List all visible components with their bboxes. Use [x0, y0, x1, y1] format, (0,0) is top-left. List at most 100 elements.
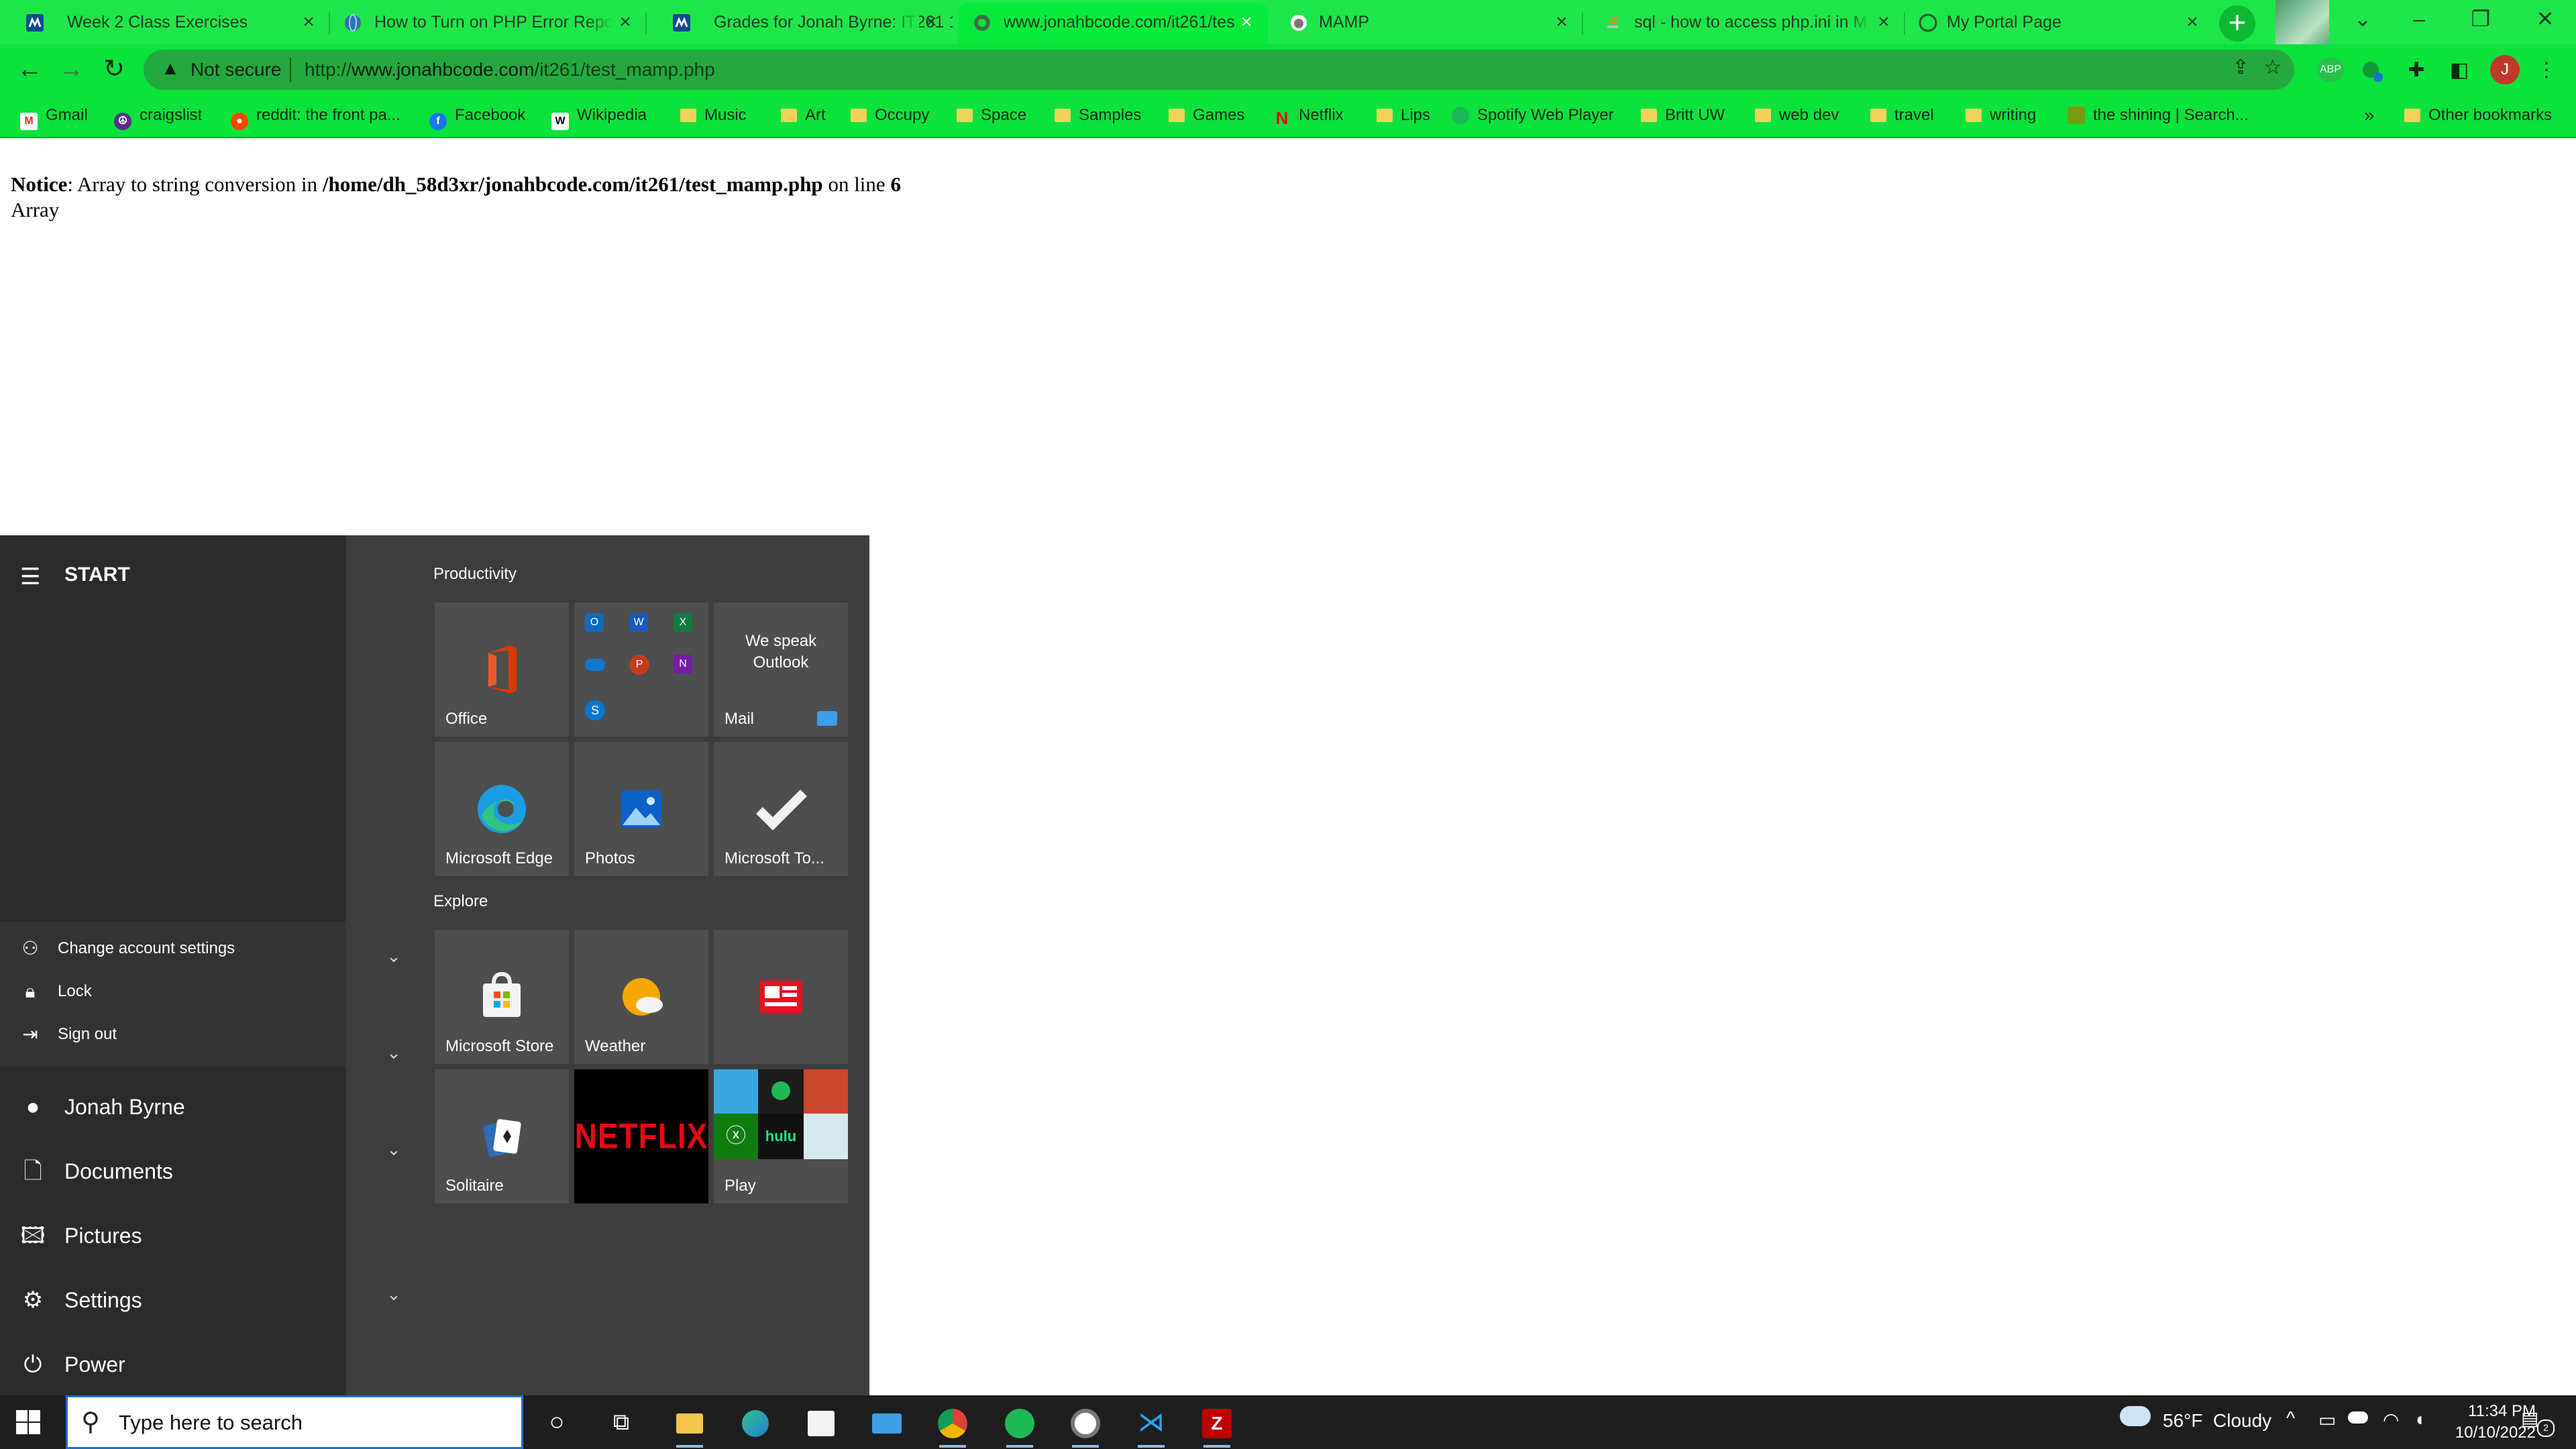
forward-button[interactable]: →: [55, 54, 87, 86]
filezilla-icon[interactable]: Z: [1197, 1402, 1237, 1448]
tab-week2[interactable]: Week 2 Class Exercises ×: [0, 3, 330, 44]
tab-close-icon[interactable]: ×: [2180, 3, 2204, 42]
bookmark-folder-samples[interactable]: Samples: [1055, 95, 1141, 137]
chrome-icon[interactable]: [932, 1402, 973, 1448]
bookmark-craigslist[interactable]: ☮ craigslist: [114, 95, 202, 137]
task-view-icon[interactable]: ⧉: [601, 1402, 641, 1442]
cortana-icon[interactable]: ○: [537, 1402, 577, 1442]
bookmark-facebook[interactable]: f Facebook: [429, 95, 525, 137]
bookmark-star-icon[interactable]: ☆: [2259, 55, 2286, 82]
new-tab-button[interactable]: +: [2219, 5, 2255, 42]
bookmark-folder-occupy[interactable]: Occupy: [851, 95, 929, 137]
bookmark-wikipedia[interactable]: W Wikipedia: [551, 95, 647, 137]
bookmark-folder-art[interactable]: Art: [781, 95, 826, 137]
nav-pictures[interactable]: 🖾 Pictures: [0, 1209, 346, 1263]
mamp-icon[interactable]: [1065, 1402, 1106, 1448]
adblock-extension-icon[interactable]: ABP: [2317, 58, 2344, 82]
bookmark-folder-games[interactable]: Games: [1169, 95, 1244, 137]
tab-close-icon[interactable]: ×: [613, 3, 637, 42]
tab-php-errors[interactable]: How to Turn on PHP Error Repo ×: [330, 3, 647, 44]
bookmark-other-bookmarks[interactable]: Other bookmarks: [2404, 95, 2552, 137]
cloud-weather-icon[interactable]: [2120, 1406, 2151, 1426]
store-icon[interactable]: [801, 1402, 841, 1442]
tile-news[interactable]: [714, 930, 848, 1064]
minimize-button[interactable]: –: [2388, 0, 2450, 40]
nav-settings[interactable]: ⚙ Settings: [0, 1273, 346, 1327]
tile-solitaire[interactable]: Solitaire: [435, 1069, 569, 1203]
collapse-chevron-icon[interactable]: ⌄: [384, 946, 404, 967]
tab-test-mamp-active[interactable]: www.jonahbcode.com/it261/tes ×: [958, 3, 1268, 44]
onedrive-tray-icon[interactable]: [2348, 1411, 2368, 1424]
tile-office-apps-folder[interactable]: O W X P N S: [574, 602, 708, 737]
profile-avatar[interactable]: J: [2490, 55, 2520, 85]
url-text[interactable]: http://www.jonahbcode.com/it261/test_mam…: [305, 59, 715, 80]
bookmark-reddit[interactable]: ● reddit: the front pa...: [231, 95, 400, 137]
bookmark-folder-writing[interactable]: writing: [1966, 95, 2036, 137]
restore-button[interactable]: ❐: [2450, 0, 2512, 40]
bookmark-folder-music[interactable]: Music: [680, 95, 747, 137]
clock[interactable]: 11:34 PM 10/10/2022: [2415, 1401, 2536, 1444]
tile-weather[interactable]: Weather: [574, 930, 708, 1064]
extensions-puzzle-icon[interactable]: ✚: [2403, 58, 2430, 85]
collapse-chevron-icon[interactable]: ⌄: [384, 1042, 404, 1063]
bookmark-netflix[interactable]: N Netflix: [1273, 95, 1344, 137]
tray-overflow-chevron-icon[interactable]: ^: [2286, 1407, 2295, 1429]
tile-netflix[interactable]: NETFLIX: [574, 1069, 708, 1203]
edge-icon[interactable]: [735, 1402, 775, 1442]
share-icon[interactable]: ⇪: [2227, 55, 2254, 82]
back-button[interactable]: ←: [13, 54, 46, 86]
weather-readout[interactable]: 56°F Cloudy: [2163, 1410, 2271, 1432]
tab-grades[interactable]: Grades for Jonah Byrne: IT261 1 ×: [647, 3, 953, 44]
meet-now-icon[interactable]: ▭: [2318, 1409, 2336, 1431]
spotify-icon[interactable]: [1000, 1402, 1040, 1448]
hamburger-menu-icon[interactable]: ☰: [20, 564, 40, 590]
tab-search-chevron-icon[interactable]: ⌄: [2332, 0, 2394, 40]
wifi-icon[interactable]: ◠: [2383, 1409, 2399, 1431]
tile-play-folder[interactable]: ⓧ hulu Play: [714, 1069, 848, 1203]
taskbar-search-box[interactable]: ⚲ Type here to search: [66, 1395, 523, 1449]
mail-icon[interactable]: [867, 1402, 907, 1442]
close-window-button[interactable]: ✕: [2514, 0, 2576, 40]
bookmark-gmail[interactable]: M Gmail: [20, 95, 88, 137]
collapse-chevron-icon[interactable]: ⌄: [384, 1284, 404, 1305]
bookmark-spotify[interactable]: Spotify Web Player: [1452, 95, 1614, 137]
tab-close-icon[interactable]: ×: [297, 3, 321, 42]
tab-close-icon[interactable]: ×: [1234, 3, 1258, 42]
collapse-chevron-icon[interactable]: ⌄: [384, 1139, 404, 1160]
tab-sql-phpini[interactable]: sql - how to access php.ini in M ×: [1589, 3, 1905, 44]
nav-power[interactable]: ⏻ Power: [0, 1338, 346, 1391]
file-explorer-icon[interactable]: [669, 1402, 710, 1448]
bookmark-folder-travel[interactable]: travel: [1870, 95, 1934, 137]
bookmark-folder-space[interactable]: Space: [957, 95, 1026, 137]
sign-out-item[interactable]: ⇥ Sign out: [0, 1013, 346, 1056]
change-account-settings-item[interactable]: ⚇ Change account settings: [0, 927, 346, 970]
nav-documents[interactable]: 🗋 Documents: [0, 1144, 346, 1198]
tile-microsoft-store[interactable]: Microsoft Store: [435, 930, 569, 1064]
tile-office[interactable]: Office: [435, 602, 569, 737]
menu-kebab-icon[interactable]: ⋮: [2533, 58, 2560, 85]
nav-user-account[interactable]: ● Jonah Byrne: [0, 1080, 346, 1134]
bookmark-folder-lips[interactable]: Lips: [1377, 95, 1430, 137]
side-panel-icon[interactable]: ◧: [2446, 58, 2473, 85]
tile-microsoft-todo[interactable]: Microsoft To...: [714, 742, 848, 876]
bookmark-folder-webdev[interactable]: web dev: [1755, 95, 1839, 137]
tile-microsoft-edge[interactable]: Microsoft Edge: [435, 742, 569, 876]
notifications-icon[interactable]: ▤ 2: [2521, 1407, 2555, 1437]
tile-mail[interactable]: We speak Outlook Mail: [714, 602, 848, 737]
bookmark-folder-britt[interactable]: Britt UW: [1641, 95, 1725, 137]
lock-item[interactable]: 🔒︎ Lock: [0, 970, 346, 1013]
tab-mamp[interactable]: MAMP ×: [1275, 3, 1583, 44]
tab-close-icon[interactable]: ×: [1550, 3, 1574, 42]
reload-button[interactable]: ↻: [98, 54, 130, 86]
windows-start-button[interactable]: [12, 1406, 44, 1438]
address-bar[interactable]: ▲ Not secure http://www.jonahbcode.com/i…: [144, 50, 2294, 90]
bookmarks-overflow-button[interactable]: »: [2364, 95, 2375, 137]
warning-triangle-icon[interactable]: ▲: [161, 58, 180, 79]
tile-photos[interactable]: Photos: [574, 742, 708, 876]
extension-badge-icon[interactable]: [2359, 59, 2385, 86]
tab-close-icon[interactable]: ×: [919, 3, 943, 42]
tab-portal[interactable]: My Portal Page ×: [1905, 3, 2214, 44]
security-label[interactable]: Not secure: [191, 59, 281, 80]
bookmark-the-shining[interactable]: the shining | Search...: [2068, 95, 2249, 137]
vscode-icon[interactable]: ⋊: [1131, 1402, 1171, 1448]
